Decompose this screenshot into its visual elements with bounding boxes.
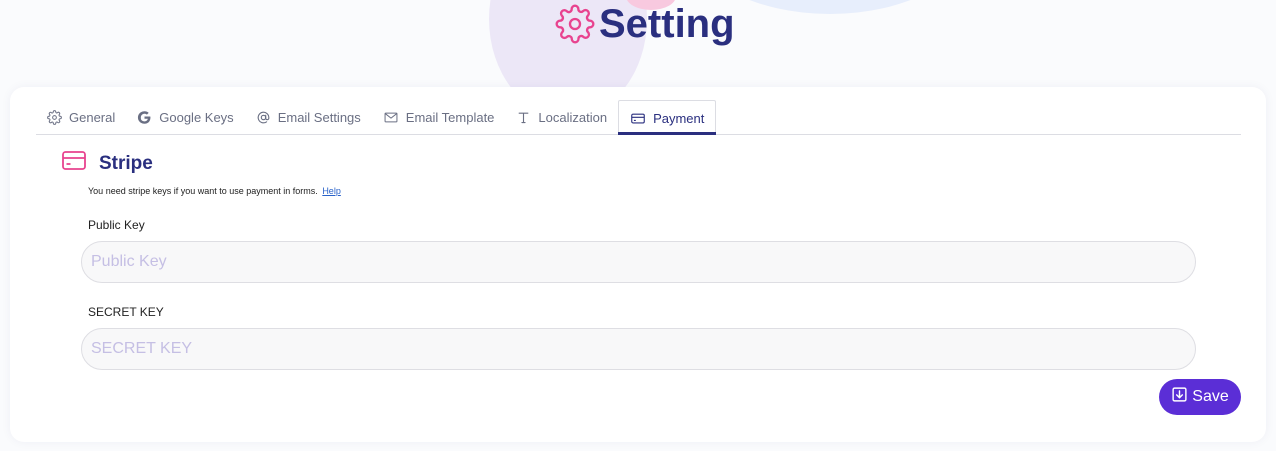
secret-key-label: SECRET KEY bbox=[88, 305, 164, 319]
tab-payment[interactable]: Payment bbox=[618, 100, 717, 135]
google-icon bbox=[137, 110, 152, 125]
gear-icon bbox=[555, 4, 595, 44]
tab-email-settings[interactable]: Email Settings bbox=[245, 100, 372, 134]
secret-key-input[interactable] bbox=[81, 328, 1196, 370]
help-text: You need stripe keys if you want to use … bbox=[88, 186, 341, 196]
save-button[interactable]: Save bbox=[1159, 379, 1241, 415]
public-key-label: Public Key bbox=[88, 218, 145, 232]
help-link[interactable]: Help bbox=[322, 186, 341, 196]
tab-label: Payment bbox=[653, 110, 705, 126]
at-sign-icon bbox=[256, 110, 271, 125]
text-icon bbox=[516, 110, 531, 125]
tab-email-template[interactable]: Email Template bbox=[372, 100, 506, 134]
section-header: Stripe bbox=[62, 150, 153, 177]
tab-label: Email Template bbox=[405, 109, 495, 125]
tab-google-keys[interactable]: Google Keys bbox=[126, 100, 244, 134]
settings-card: General Google Keys Email Settings Email… bbox=[10, 87, 1266, 442]
page-title: Setting bbox=[599, 2, 735, 46]
download-icon bbox=[1171, 386, 1188, 408]
tab-label: General bbox=[69, 109, 116, 125]
tab-label: Google Keys bbox=[159, 109, 234, 125]
envelope-icon bbox=[383, 110, 399, 125]
settings-tabs: General Google Keys Email Settings Email… bbox=[36, 100, 1241, 135]
tab-label: Email Settings bbox=[277, 109, 361, 125]
save-label: Save bbox=[1192, 388, 1229, 405]
credit-card-icon bbox=[62, 150, 86, 177]
help-description: You need stripe keys if you want to use … bbox=[88, 186, 318, 196]
credit-card-icon bbox=[630, 111, 646, 126]
page-header: Setting bbox=[555, 2, 735, 46]
tab-label: Localization bbox=[538, 109, 608, 125]
section-title: Stripe bbox=[99, 152, 153, 174]
tab-localization[interactable]: Localization bbox=[505, 100, 618, 134]
tab-general[interactable]: General bbox=[36, 100, 126, 134]
gear-icon bbox=[47, 109, 62, 125]
public-key-input[interactable] bbox=[81, 241, 1196, 283]
